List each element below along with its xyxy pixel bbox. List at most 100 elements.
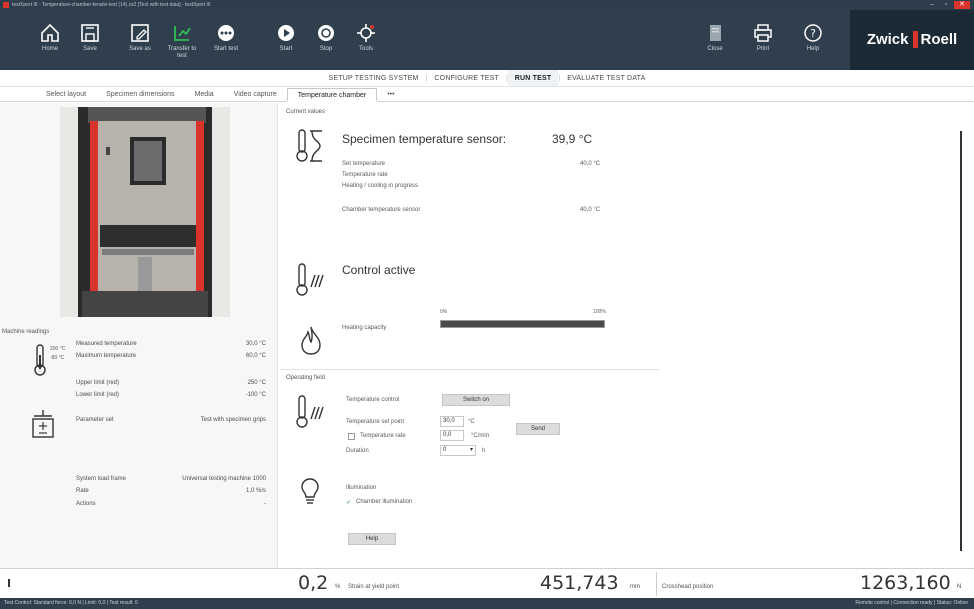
stop-icon bbox=[318, 25, 334, 41]
transfer-button[interactable]: Transfer to test bbox=[164, 10, 200, 70]
machine-panel: Machine readings 200 °C -80 °C Measured … bbox=[0, 103, 278, 568]
help-button[interactable]: Help bbox=[348, 533, 396, 545]
home-button[interactable]: Home bbox=[32, 10, 68, 70]
workflow-step-setup[interactable]: SETUP TESTING SYSTEM bbox=[322, 70, 426, 86]
reading-label: Upper limit (red) bbox=[76, 380, 120, 386]
window-title: testXpert III - Temperature-chamber-tens… bbox=[12, 2, 211, 8]
workflow-step-evaluate[interactable]: EVALUATE TEST DATA bbox=[560, 70, 652, 86]
home-label: Home bbox=[41, 46, 58, 52]
duration-select[interactable]: 0 ▾ bbox=[440, 445, 476, 456]
stop-label: Stop bbox=[319, 46, 333, 52]
duration-unit: h bbox=[482, 448, 486, 454]
detail-label: Heating / cooling in progress bbox=[342, 183, 419, 189]
scrollbar-thumb[interactable] bbox=[960, 131, 962, 551]
temp-rate-checkbox[interactable] bbox=[348, 433, 355, 440]
transfer-label: Transfer to test bbox=[167, 46, 197, 59]
load-cell-icon bbox=[32, 410, 54, 438]
workflow-step-configure[interactable]: CONFIGURE TEST bbox=[427, 70, 506, 86]
help-icon: ? bbox=[804, 24, 822, 42]
start-test-icon bbox=[218, 25, 234, 41]
document-button[interactable]: Close bbox=[697, 10, 733, 70]
save-button[interactable]: Save bbox=[72, 10, 108, 70]
temperature-chamber-photo bbox=[60, 107, 230, 317]
save-label: Save bbox=[83, 46, 97, 52]
workflow-step-run[interactable]: RUN TEST bbox=[507, 70, 559, 86]
stop-button[interactable]: Stop bbox=[308, 10, 344, 70]
reading-row: Upper limit (red) 250 °C bbox=[76, 380, 266, 386]
thermometer-icon bbox=[34, 344, 46, 376]
status-left: Test Control: Standard force: 0,0 N | Li… bbox=[4, 600, 138, 606]
reading-value: - bbox=[264, 501, 266, 507]
heating-capacity-fill bbox=[441, 321, 604, 327]
play-label: Start bbox=[279, 46, 293, 52]
window-controls: – ▫ ✕ bbox=[926, 1, 970, 9]
detail-label: Set temperature bbox=[342, 161, 386, 167]
tab-select-layout[interactable]: Select layout bbox=[36, 88, 96, 101]
help-top-label: Help bbox=[806, 46, 820, 52]
temp-control-label: Temperature control bbox=[346, 397, 400, 403]
result-displays: 0,2 % Strain at yield point 451,743 mm C… bbox=[0, 568, 974, 598]
reading-row: System load frame Universal testing mach… bbox=[76, 476, 266, 482]
tab-video-capture[interactable]: Video capture bbox=[224, 88, 287, 101]
temp-rate-unit: °C/min bbox=[471, 433, 490, 439]
crosshead-display-unit: mm bbox=[630, 584, 640, 590]
detail-value: 40,0 °C bbox=[580, 161, 601, 167]
app-logo-icon bbox=[3, 2, 9, 8]
reading-label: Maximum temperature bbox=[76, 353, 137, 359]
temp-setpoint-input[interactable]: 30,0 bbox=[440, 416, 464, 427]
heating-label: Heating capacity bbox=[342, 325, 387, 331]
reading-value: 250 °C bbox=[247, 380, 266, 386]
logo-text-left: Zwick bbox=[866, 31, 909, 48]
heating-capacity-bar bbox=[440, 320, 605, 328]
logo-mark-icon bbox=[912, 30, 918, 48]
thermo-scale-top: 200 °C bbox=[50, 346, 66, 352]
print-button[interactable]: Print bbox=[745, 10, 781, 70]
display-divider bbox=[656, 572, 657, 596]
status-bar: Test Control: Standard force: 0,0 N | Li… bbox=[0, 598, 974, 609]
reading-value: 30,0 °C bbox=[245, 341, 266, 347]
reading-label: Parameter set bbox=[76, 417, 114, 423]
maximize-button[interactable]: ▫ bbox=[940, 1, 952, 9]
close-button[interactable]: ✕ bbox=[954, 1, 970, 9]
crosshead-display-value: 451,743 bbox=[540, 572, 619, 594]
specimen-sensor-value: 39,9 °C bbox=[552, 132, 593, 146]
checkmark-icon[interactable]: ✓ bbox=[346, 499, 351, 506]
send-button[interactable]: Send bbox=[516, 423, 560, 435]
temp-rate-input[interactable]: 0,0 bbox=[440, 430, 464, 441]
section-divider bbox=[280, 369, 660, 370]
logo-text-right: Roell bbox=[920, 31, 958, 48]
strain-display-desc: Strain at yield point bbox=[348, 584, 400, 590]
temp-rate-label: Temperature rate bbox=[360, 433, 406, 439]
display-marker bbox=[8, 579, 10, 587]
machine-readings-title: Machine readings bbox=[2, 329, 50, 335]
strain-display-unit: % bbox=[335, 584, 341, 590]
app-window: testXpert III - Temperature-chamber-tens… bbox=[0, 0, 974, 609]
tools-button[interactable]: Tools bbox=[348, 10, 384, 70]
document-label: Close bbox=[707, 46, 723, 52]
current-values-title: Current values bbox=[286, 109, 326, 115]
transfer-icon bbox=[174, 26, 191, 41]
heating-bar-max: 100% bbox=[593, 309, 606, 315]
save-as-button[interactable]: Save as bbox=[122, 10, 158, 70]
tools-label: Tools bbox=[358, 46, 373, 52]
switch-on-button[interactable]: Switch on bbox=[442, 394, 510, 406]
illumination-label: Illumination bbox=[346, 485, 377, 491]
save-icon bbox=[81, 24, 99, 42]
reading-label: Rate bbox=[76, 488, 89, 494]
reading-row: Parameter set Test with specimen grips bbox=[76, 417, 266, 423]
reading-row: Rate 1,0 %/s bbox=[76, 488, 266, 494]
tab-temperature-chamber[interactable]: Temperature chamber bbox=[286, 88, 378, 102]
tab-media[interactable]: Media bbox=[185, 88, 224, 101]
tab-more[interactable]: ••• bbox=[377, 88, 404, 101]
tab-specimen-dimensions[interactable]: Specimen dimensions bbox=[96, 88, 184, 101]
help-top-button[interactable]: ? Help bbox=[795, 10, 831, 70]
flame-icon bbox=[301, 326, 321, 355]
vertical-scrollbar[interactable] bbox=[958, 111, 964, 571]
reading-value: Universal testing machine 1000 bbox=[182, 476, 266, 482]
force-display-value: 1263,160 bbox=[860, 572, 951, 594]
control-active-label: Control active bbox=[342, 263, 416, 277]
minimize-button[interactable]: – bbox=[926, 1, 938, 9]
start-test-button[interactable]: Start test bbox=[208, 10, 244, 70]
strain-display-value: 0,2 bbox=[298, 572, 329, 594]
play-button[interactable]: Start bbox=[268, 10, 304, 70]
